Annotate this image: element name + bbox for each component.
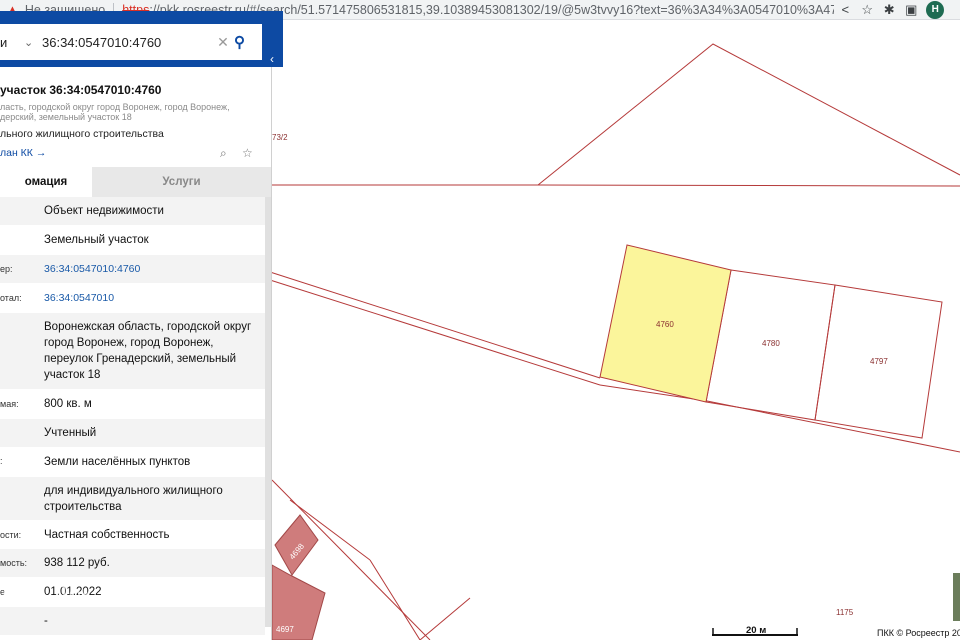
- info-row-value: Частная собственность: [44, 529, 170, 541]
- side-panel-icon[interactable]: ▣: [900, 0, 922, 20]
- search-mode-label[interactable]: и: [0, 35, 24, 50]
- info-row: мость: 938 112 руб.: [0, 549, 265, 578]
- info-row: Учтенный: [0, 419, 265, 448]
- cadastral-quarter-link[interactable]: 36:34:0547010: [44, 290, 262, 306]
- card-subtitle-2: дерский, земельный участок 18: [0, 112, 132, 122]
- clear-icon[interactable]: ✕: [212, 34, 234, 51]
- info-row-label: ер:: [0, 264, 13, 274]
- info-row: для индивидуального жилищного строительс…: [0, 477, 265, 521]
- document-search-icon[interactable]: ⌕: [220, 146, 227, 161]
- parcel-label-4780: 4780: [762, 339, 780, 348]
- info-row-value: Земельный участок: [44, 234, 149, 246]
- info-row-label: мость:: [0, 558, 28, 568]
- info-row: : Земли населённых пунктов: [0, 448, 265, 477]
- info-row-value: Учтенный: [44, 427, 97, 439]
- tab-information[interactable]: омация: [0, 167, 92, 197]
- info-row-label: мая:: [0, 399, 19, 409]
- info-row-value: для индивидуального жилищного строительс…: [44, 485, 223, 513]
- info-row-label: :: [0, 456, 3, 466]
- info-row-label: ости:: [0, 530, 22, 540]
- cadastral-number-link[interactable]: 36:34:0547010:4760: [44, 261, 262, 277]
- info-row-value: -: [44, 615, 48, 627]
- parcel-label-4760: 4760: [656, 320, 674, 329]
- info-row: Объект недвижимости: [0, 197, 265, 226]
- info-row: мая: 800 кв. м: [0, 390, 265, 419]
- info-row: Воронежская область, городской округ гор…: [0, 313, 265, 390]
- info-row-value: Земли населённых пунктов: [44, 456, 191, 468]
- card-purpose: льного жилищного строительства: [0, 128, 164, 140]
- satellite-toggle[interactable]: [952, 572, 960, 622]
- info-table: Объект недвижимости Земельный участок ер…: [0, 197, 265, 636]
- chevron-down-icon[interactable]: ⌄: [24, 36, 42, 49]
- search-icon[interactable]: ⚲: [234, 33, 258, 51]
- card-title: участок 36:34:0547010:4760: [0, 83, 162, 97]
- info-row-value: Объект недвижимости: [44, 205, 164, 217]
- info-row-label: отал:: [0, 293, 22, 303]
- favorite-star-icon[interactable]: ☆: [242, 146, 253, 160]
- map-copyright: ПКК © Росреестр 20: [877, 628, 960, 638]
- info-row-value: 800 кв. м: [44, 398, 92, 410]
- info-row: ер: 36:34:0547010:4760: [0, 255, 265, 284]
- collapse-panel-icon[interactable]: ‹: [270, 52, 274, 66]
- side-label: 73/2: [272, 133, 288, 142]
- plan-kk-link[interactable]: лан КК →: [0, 147, 46, 159]
- watermark-text: Дом.Док: [0, 581, 93, 606]
- parcel-label-4797: 4797: [870, 357, 888, 366]
- info-panel: участок 36:34:0547010:4760 ласть, городс…: [0, 21, 272, 640]
- info-row-value: Воронежская область, городской округ гор…: [44, 321, 252, 381]
- bookmark-star-icon[interactable]: ☆: [856, 0, 878, 20]
- parcel-label-4697: 4697: [276, 625, 294, 634]
- info-row-value: 938 112 руб.: [44, 557, 110, 569]
- share-icon[interactable]: <: [834, 0, 856, 20]
- info-row: -: [0, 607, 265, 636]
- info-row: Земельный участок: [0, 226, 265, 255]
- info-row: ости: Частная собственность: [0, 521, 265, 549]
- card-tabs: омация Услуги: [0, 167, 271, 197]
- scale-label: 20 м: [746, 625, 767, 636]
- tab-services[interactable]: Услуги: [92, 167, 271, 197]
- search-box: и ⌄ 36:34:0547010:4760 ✕ ⚲: [0, 24, 262, 60]
- search-header: и ⌄ 36:34:0547010:4760 ✕ ⚲ ‹: [0, 11, 283, 67]
- extensions-puzzle-icon[interactable]: ✱: [878, 0, 900, 20]
- search-input[interactable]: 36:34:0547010:4760: [42, 35, 212, 50]
- panel-scrollbar[interactable]: [265, 197, 271, 627]
- profile-avatar[interactable]: Н: [926, 0, 945, 19]
- info-row: отал: 36:34:0547010: [0, 284, 265, 313]
- parcel-label-1175: 1175: [836, 608, 854, 617]
